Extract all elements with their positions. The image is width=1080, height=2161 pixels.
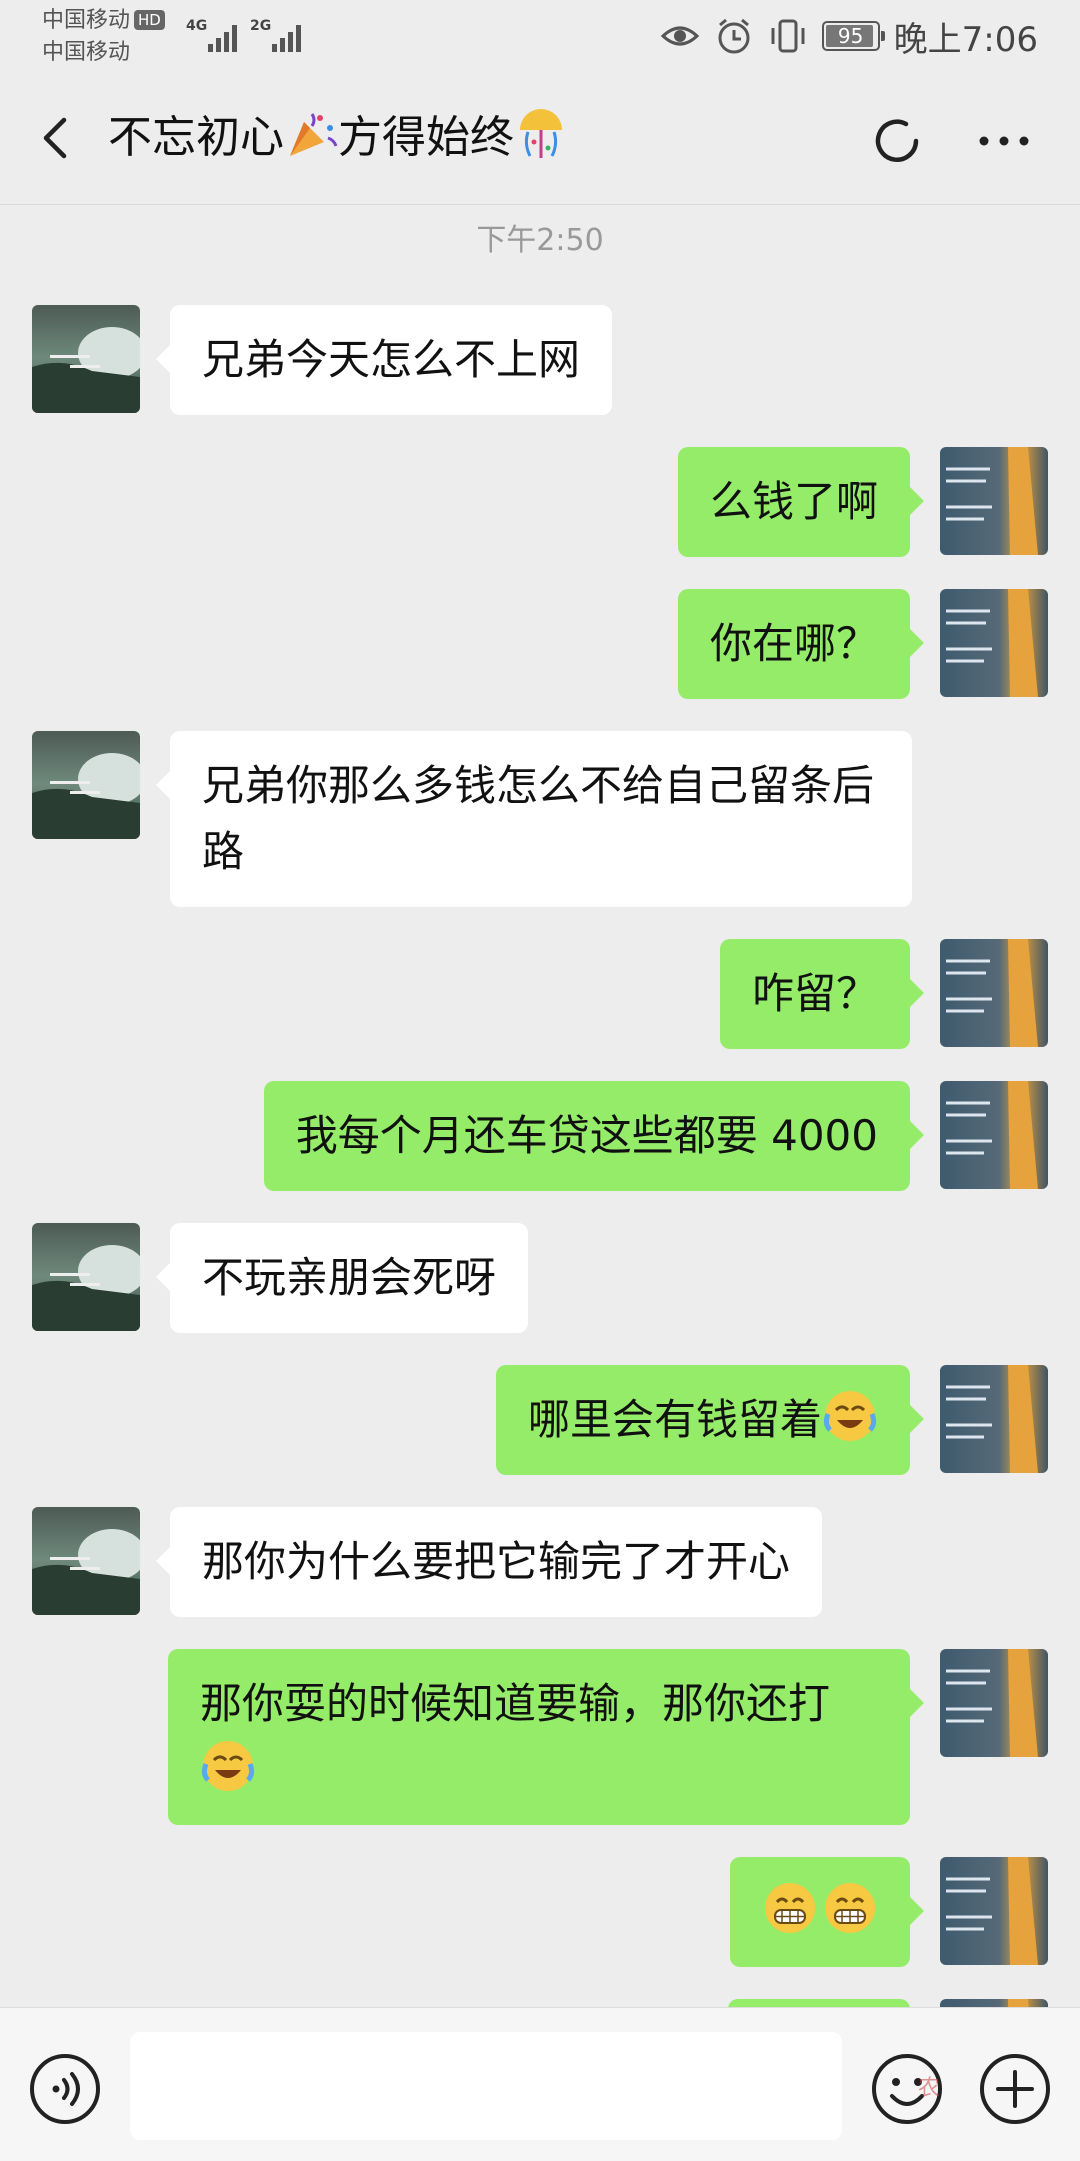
watermark: 农 bbox=[918, 2076, 941, 2101]
voice-icon[interactable] bbox=[28, 2052, 102, 2126]
eye-icon bbox=[660, 26, 699, 46]
laugh-cry-emoji bbox=[200, 1738, 256, 1794]
message-bubble-incoming[interactable]: 兄弟今天怎么不上网 bbox=[155, 305, 613, 415]
chat-header: 不忘初心 方得始终 bbox=[0, 72, 1080, 205]
carrier-label-1: 中国移动 HD bbox=[42, 8, 165, 34]
carrier-label-2: 中国移动 bbox=[42, 40, 131, 65]
more-icon[interactable] bbox=[972, 110, 1036, 172]
input-bar: 农 bbox=[0, 2007, 1080, 2161]
vibrate-icon bbox=[771, 19, 805, 53]
party-popper-emoji bbox=[290, 113, 338, 156]
battery-icon: 95 bbox=[821, 21, 885, 51]
status-time: 晚上7:06 bbox=[893, 19, 1038, 60]
chat-title: 不忘初心 方得始终 bbox=[108, 106, 568, 170]
confetti-ball-emoji bbox=[520, 109, 562, 158]
title-text-2: 方得始终 bbox=[338, 112, 514, 163]
message-bubble-outgoing[interactable]: 你在哪？ bbox=[677, 589, 925, 699]
my-avatar[interactable] bbox=[940, 939, 1048, 1047]
message-bubble-outgoing[interactable]: 么钱了啊 bbox=[677, 447, 925, 557]
laugh-cry-emoji bbox=[822, 1388, 878, 1444]
my-avatar[interactable] bbox=[940, 447, 1048, 555]
message-bubble-outgoing[interactable]: 我每个月还车贷这些都要 4000 bbox=[263, 1081, 925, 1191]
message-bubble-outgoing[interactable]: 哪里会有钱留着 bbox=[495, 1365, 925, 1475]
message-bubble-outgoing[interactable] bbox=[728, 1999, 910, 2007]
grin-emoji bbox=[822, 1880, 878, 1936]
contact-avatar[interactable] bbox=[32, 1223, 140, 1331]
message-bubble-incoming[interactable]: 不玩亲朋会死呀 bbox=[155, 1223, 529, 1333]
status-bar: 中国移动 HD 中国移动 4G 2G 95 晚上7:06 bbox=[42, 8, 1038, 65]
my-avatar[interactable] bbox=[940, 1649, 1048, 1757]
hd-badge: HD bbox=[134, 10, 165, 30]
plus-icon[interactable] bbox=[978, 2052, 1052, 2126]
grin-emoji bbox=[762, 1880, 818, 1936]
message-bubble-incoming[interactable]: 那你为什么要把它输完了才开心 bbox=[155, 1507, 823, 1617]
contact-avatar[interactable] bbox=[32, 1507, 140, 1615]
refresh-icon[interactable] bbox=[866, 110, 928, 172]
message-text: 那你耍的时候知道要输，那你还打 bbox=[200, 1679, 831, 1728]
my-avatar[interactable] bbox=[940, 1365, 1048, 1473]
message-bubble-incoming[interactable]: 兄弟你那么多钱怎么不给自己留条后路 bbox=[156, 731, 912, 907]
my-avatar[interactable] bbox=[940, 1999, 1048, 2007]
message-bubble-outgoing[interactable]: 咋留？ bbox=[719, 939, 925, 1049]
back-icon[interactable] bbox=[30, 110, 86, 166]
message-bubble-outgoing[interactable]: 那你耍的时候知道要输，那你还打 bbox=[168, 1649, 924, 1825]
my-avatar[interactable] bbox=[940, 1081, 1048, 1189]
message-text: 哪里会有钱留着 bbox=[527, 1395, 822, 1444]
message-timestamp: 下午2:50 bbox=[476, 223, 604, 258]
title-text-1: 不忘初心 bbox=[108, 112, 284, 163]
chat-messages[interactable]: 下午2:50 兄弟今天怎么不上网 么钱了啊 你在哪？ 兄弟你那么多钱怎么不给自己… bbox=[0, 205, 1080, 2007]
message-bubble-outgoing[interactable] bbox=[730, 1857, 924, 1967]
contact-avatar[interactable] bbox=[32, 305, 140, 413]
message-input[interactable] bbox=[130, 2032, 842, 2140]
my-avatar[interactable] bbox=[940, 589, 1048, 697]
alarm-icon bbox=[718, 18, 750, 54]
my-avatar[interactable] bbox=[940, 1857, 1048, 1965]
contact-avatar[interactable] bbox=[32, 731, 140, 839]
